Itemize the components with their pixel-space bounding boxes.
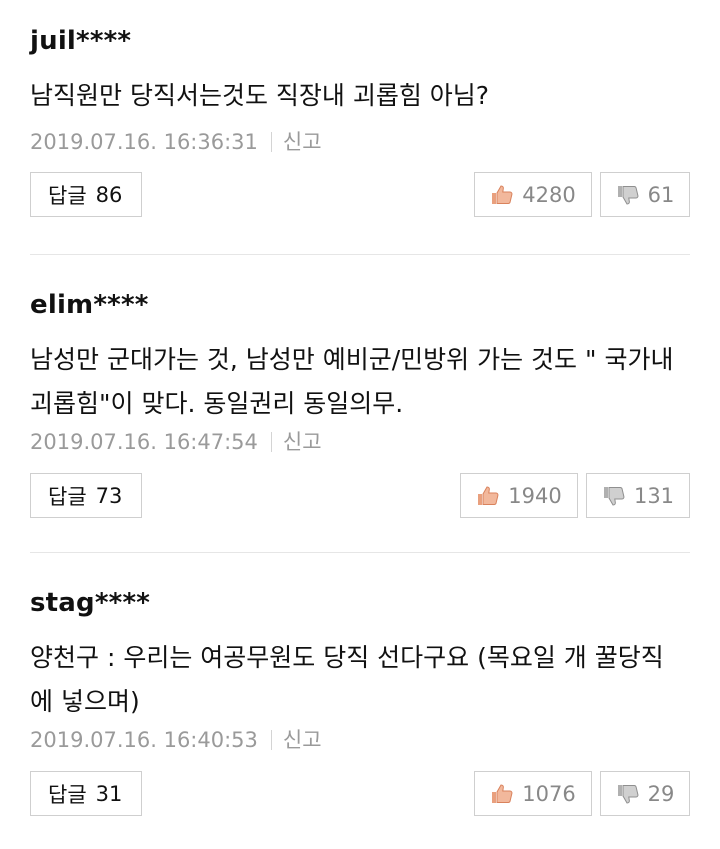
reply-count: 73	[95, 483, 123, 508]
reply-label: 답글	[48, 782, 87, 807]
dislike-button[interactable]: 61	[600, 172, 690, 217]
reply-button[interactable]: 답글 86	[30, 172, 142, 217]
like-count: 4280	[522, 182, 576, 207]
comment-meta: 2019.07.16. 16:47:54 신고	[30, 426, 322, 456]
comment-timestamp: 2019.07.16. 16:36:31	[30, 130, 258, 154]
reply-count: 31	[95, 781, 123, 806]
comment-meta: 2019.07.16. 16:40:53 신고	[30, 724, 322, 754]
thumbs-up-icon	[490, 183, 514, 207]
comment-timestamp: 2019.07.16. 16:47:54	[30, 430, 258, 454]
report-link[interactable]: 신고	[283, 430, 322, 454]
meta-divider	[270, 132, 272, 152]
like-button[interactable]: 4280	[474, 172, 592, 217]
comment-item: juil**** 남직원만 당직서는것도 직장내 괴롭힘 아님? 2019.07…	[0, 0, 720, 254]
comment-content: 남직원만 당직서는것도 직장내 괴롭힘 아님?	[30, 81, 490, 110]
reply-button[interactable]: 답글 31	[30, 771, 142, 816]
comment-meta: 2019.07.16. 16:36:31 신고	[30, 126, 322, 156]
comment-item: stag**** 양천구 : 우리는 여공무원도 당직 선다구요 (목요일 개 …	[0, 552, 720, 849]
meta-divider	[270, 432, 272, 452]
reply-count: 86	[95, 182, 123, 207]
comment-author[interactable]: stag****	[30, 588, 150, 618]
dislike-count: 131	[633, 483, 675, 508]
comment-item: elim**** 남성만 군대가는 것, 남성만 예비군/민방위 가는 것도 "…	[0, 254, 720, 552]
like-count: 1940	[508, 483, 562, 508]
reply-label: 답글	[48, 183, 87, 208]
dislike-button[interactable]: 29	[600, 771, 690, 816]
like-button[interactable]: 1940	[460, 473, 578, 518]
dislike-count: 29	[647, 781, 675, 806]
reply-label: 답글	[48, 484, 87, 509]
thumbs-up-icon	[476, 484, 500, 508]
dislike-count: 61	[647, 182, 675, 207]
comment-actions: 답글 73 1940 131	[30, 473, 690, 520]
reply-button[interactable]: 답글 73	[30, 473, 142, 518]
thumbs-up-icon	[490, 782, 514, 806]
comment-content: 양천구 : 우리는 여공무원도 당직 선다구요 (목요일 개 꿀당직에 넣으며)	[30, 643, 664, 716]
comment-actions: 답글 31 1076 29	[30, 771, 690, 818]
comment-timestamp: 2019.07.16. 16:40:53	[30, 728, 258, 752]
meta-divider	[270, 730, 272, 750]
like-count: 1076	[522, 781, 576, 806]
comment-author[interactable]: juil****	[30, 26, 131, 56]
thumbs-down-icon	[616, 782, 640, 806]
thumbs-down-icon	[602, 484, 626, 508]
dislike-button[interactable]: 131	[586, 473, 690, 518]
comment-actions: 답글 86 4280 61	[30, 172, 690, 219]
comment-list: juil**** 남직원만 당직서는것도 직장내 괴롭힘 아님? 2019.07…	[0, 0, 720, 849]
like-button[interactable]: 1076	[474, 771, 592, 816]
comment-content: 남성만 군대가는 것, 남성만 예비군/민방위 가는 것도 " 국가내 괴롭힘"…	[30, 345, 674, 418]
report-link[interactable]: 신고	[283, 728, 322, 752]
comment-author[interactable]: elim****	[30, 290, 149, 320]
report-link[interactable]: 신고	[283, 130, 322, 154]
thumbs-down-icon	[616, 183, 640, 207]
